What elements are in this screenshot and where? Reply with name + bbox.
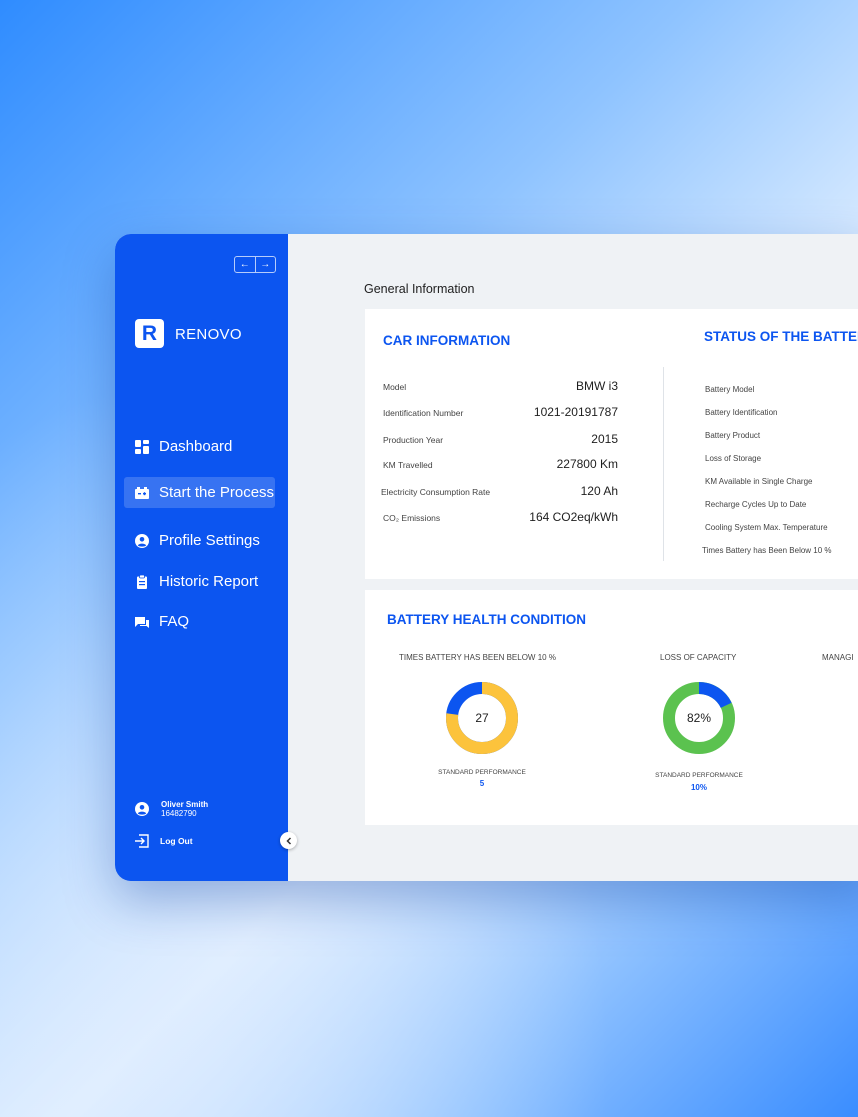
- info-row: Identification Number 1021-20191787: [383, 405, 618, 419]
- car-info-title: CAR INFORMATION: [383, 333, 511, 348]
- info-label: Identification Number: [383, 408, 464, 418]
- sidebar-item-profile-settings[interactable]: Profile Settings: [124, 525, 275, 556]
- chat-icon: [135, 615, 149, 629]
- info-row: CO₂ Emissions 164 CO2eq/kWh: [383, 510, 618, 524]
- sidebar-item-label: Historic Report: [159, 573, 259, 590]
- metric-label: TIMES BATTERY HAS BEEN BELOW 10 %: [399, 653, 556, 662]
- logout-button[interactable]: Log Out: [135, 834, 193, 848]
- logout-icon: [135, 834, 149, 848]
- user-circle-icon: [135, 533, 149, 548]
- battery-status-title: STATUS OF THE BATTER: [704, 329, 858, 344]
- info-value: 164 CO2eq/kWh: [529, 510, 618, 524]
- info-label: KM Travelled: [383, 460, 433, 470]
- dashboard-icon: [135, 439, 149, 454]
- page-title: General Information: [364, 282, 475, 296]
- sidebar-item-label: Profile Settings: [159, 532, 260, 549]
- sidebar-item-start-process[interactable]: Start the Process: [124, 477, 275, 508]
- clipboard-icon: [135, 574, 149, 589]
- metric-label: MANAGI: [822, 653, 854, 662]
- user-id: 16482790: [161, 809, 197, 818]
- info-row: Electricity Consumption Rate 120 Ah: [381, 484, 618, 498]
- arrow-right-icon[interactable]: →: [254, 257, 276, 272]
- sidebar-item-dashboard[interactable]: Dashboard: [124, 431, 275, 462]
- battery-info-label: Loss of Storage: [705, 454, 762, 463]
- battery-info-label: Battery Product: [705, 431, 761, 440]
- user-profile[interactable]: Oliver Smith 16482790: [135, 800, 208, 818]
- nav-arrows[interactable]: ← →: [234, 256, 276, 273]
- info-label: CO₂ Emissions: [383, 513, 441, 523]
- user-avatar-icon: [135, 802, 149, 816]
- arrow-left-icon[interactable]: ←: [235, 257, 255, 272]
- sidebar-item-faq[interactable]: FAQ: [124, 606, 275, 637]
- collapse-sidebar-button[interactable]: [280, 832, 297, 849]
- battery-info-label: Battery Identification: [705, 408, 778, 417]
- info-card: CAR INFORMATION Model BMW i3 Identificat…: [365, 309, 858, 579]
- info-value: 1021-20191787: [533, 405, 618, 419]
- info-label: Electricity Consumption Rate: [381, 487, 491, 497]
- standard-performance-value: 10%: [690, 783, 707, 792]
- battery-icon: [135, 486, 149, 500]
- donut-value: 27: [475, 711, 489, 725]
- battery-info-label: Battery Model: [705, 385, 755, 394]
- battery-info-label: Times Battery has Been Below 10 %: [702, 546, 832, 555]
- logout-label: Log Out: [160, 836, 193, 846]
- standard-performance-value: 5: [479, 779, 485, 788]
- metric-label: LOSS OF CAPACITY: [660, 653, 737, 662]
- info-value: 227800 Km: [556, 457, 618, 471]
- sidebar: ← → R RENOVO Dashboard Start the Process…: [115, 234, 288, 881]
- standard-performance-label: STANDARD PERFORMANCE: [438, 769, 526, 776]
- info-row: KM Travelled 227800 Km: [383, 457, 618, 471]
- sidebar-item-label: FAQ: [159, 613, 190, 630]
- battery-health-title: BATTERY HEALTH CONDITION: [387, 612, 586, 627]
- info-value: 2015: [591, 432, 618, 446]
- user-name: Oliver Smith: [161, 800, 209, 809]
- sidebar-item-label: Dashboard: [159, 438, 233, 455]
- donut-value: 82%: [686, 711, 712, 725]
- battery-info-label: KM Available in Single Charge: [705, 477, 813, 486]
- battery-info-label: Cooling System Max. Temperature: [705, 523, 828, 532]
- info-value: 120 Ah: [580, 484, 618, 498]
- info-row: Model BMW i3: [383, 379, 618, 393]
- info-value: BMW i3: [576, 379, 618, 393]
- battery-info-label: Recharge Cycles Up to Date: [705, 500, 807, 509]
- chevron-left-icon: [285, 836, 291, 845]
- main-content: General Information CAR INFORMATION Mode…: [288, 234, 858, 881]
- info-label: Model: [383, 382, 407, 392]
- sidebar-item-historic-report[interactable]: Historic Report: [124, 566, 275, 597]
- app-window: ← → R RENOVO Dashboard Start the Process…: [115, 234, 858, 881]
- logo-icon: R: [135, 319, 164, 348]
- divider: [663, 367, 664, 561]
- sidebar-item-label: Start the Process: [159, 484, 275, 501]
- brand-name: RENOVO: [175, 326, 242, 343]
- info-label: Production Year: [383, 435, 444, 445]
- info-row: Production Year 2015: [383, 432, 618, 446]
- battery-health-card: BATTERY HEALTH CONDITION TIMES BATTERY H…: [365, 590, 858, 825]
- standard-performance-label: STANDARD PERFORMANCE: [655, 772, 743, 779]
